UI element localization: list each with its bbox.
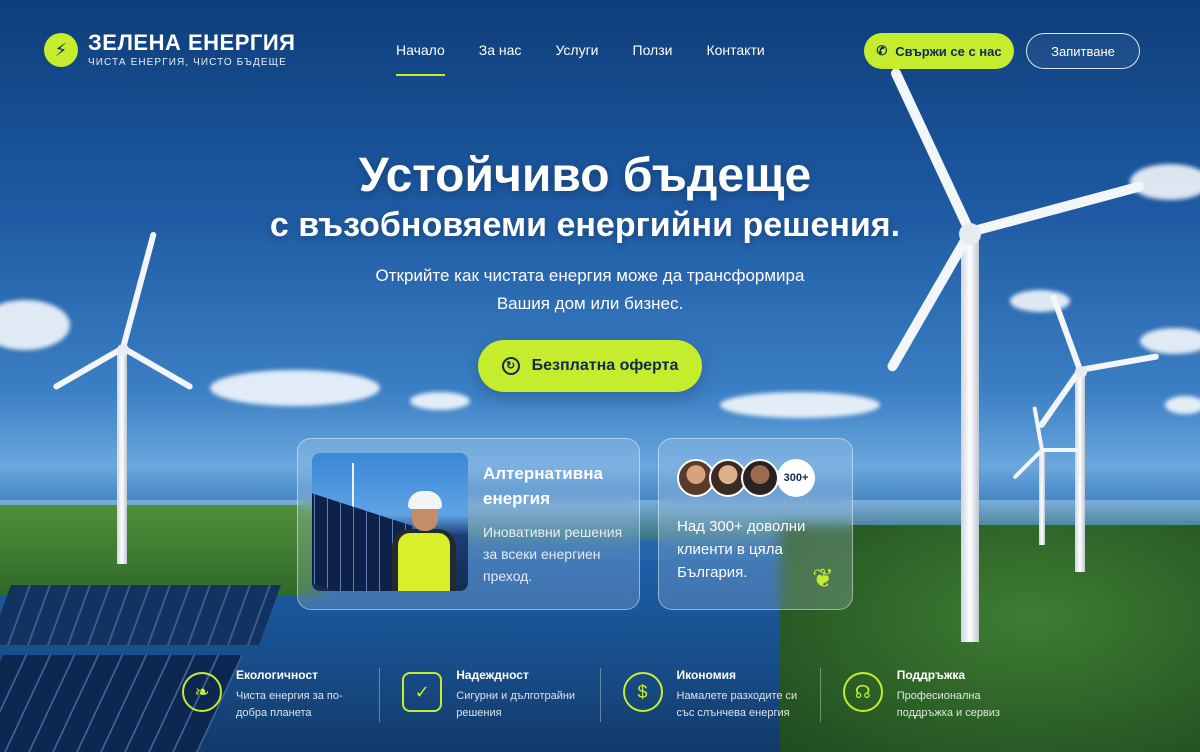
cloud [410,392,470,410]
features-bar: ❧ Екологичност Чиста енергия за по-добра… [160,650,1040,740]
alt-energy-card[interactable]: Алтернативна енергия Иновативни решения … [297,438,640,610]
worker-photo [312,453,468,591]
sprout-icon: ❦ [812,563,834,593]
hero-subtitle: Открийте как чистата енергия може да тра… [0,262,1180,318]
feature-title: Надеждност [456,668,529,682]
logo[interactable]: ⚡ ЗЕЛЕНА ЕНЕРГИЯ ЧИСТА ЕНЕРГИЯ, ЧИСТО БЪ… [44,32,295,68]
shield-check-icon: ✓ [402,672,443,712]
landing-page: ⚡ ЗЕЛЕНА ЕНЕРГИЯ ЧИСТА ЕНЕРГИЯ, ЧИСТО БЪ… [0,0,1200,752]
inquiry-button[interactable]: Запитване [1026,33,1140,69]
contact-us-button[interactable]: ✆ Свържи се с нас [864,33,1014,69]
alt-energy-title: Алтернативна енергия [483,464,603,508]
arrow-circle-icon: ↻ [501,357,520,375]
field-left [0,505,320,595]
nav-item-about[interactable]: За нас [479,42,522,68]
feature-title: Екологичност [236,668,318,682]
clients-card[interactable]: 300+ Над 300+ доволни клиенти в цяла Бъл… [658,438,853,610]
alt-energy-text: Иновативни решения за всеки енергиен пре… [483,524,623,584]
headset-icon: ☊ [842,672,883,712]
cloud [720,392,880,418]
cloud [1165,396,1200,414]
feature-text: Чиста енергия за по-добра планета [236,690,343,719]
hero-subtitle-line2: Вашия дом или бизнес. [496,294,684,313]
nav-item-home[interactable]: Начало [396,42,445,76]
feature-title: Икономия [676,668,736,682]
feature-text: Професионална поддръжка и сервиз [896,690,1000,719]
brand-name: ЗЕЛЕНА ЕНЕРГИЯ [88,30,296,55]
feature-ecology: ❧ Екологичност Чиста енергия за по-добра… [160,668,379,722]
hero-subtitle-line1: Открийте как чистата енергия може да тра… [375,266,805,285]
contact-us-label: Свържи се с нас [895,43,1002,59]
client-avatars: 300+ [677,459,815,497]
feature-support: ☊ Поддръжка Професионална поддръжка и се… [819,668,1040,722]
hero-title: Устойчиво бъдеще [358,149,812,202]
feature-text: Сигурни и дълготрайни решения [456,690,576,719]
nav-item-contacts[interactable]: Контакти [706,42,764,68]
cloud [210,370,380,406]
eco-leaf-icon: ❧ [182,672,222,712]
clients-count-badge: 300+ [777,459,815,497]
nav-item-benefits[interactable]: Ползи [633,42,673,68]
avatar [741,459,779,497]
feature-reliability: ✓ Надеждност Сигурни и дълготрайни решен… [379,668,599,722]
phone-icon: ✆ [876,43,888,58]
feature-title: Поддръжка [896,668,966,682]
hero-title-line2: с възобновяеми енергийни решения. [269,206,901,244]
main-nav: Начало За нас Услуги Ползи Контакти [396,42,765,76]
free-offer-button[interactable]: ↻ Безплатна оферта [478,340,702,392]
nav-item-services[interactable]: Услуги [555,42,598,68]
feature-savings: $ Икономия Намалете разходите си със слъ… [599,668,820,722]
solar-panels [0,585,281,645]
cloud [1140,328,1200,354]
feature-text: Намалете разходите си със слънчева енерг… [676,690,798,719]
site-header: ⚡ ЗЕЛЕНА ЕНЕРГИЯ ЧИСТА ЕНЕРГИЯ, ЧИСТО БЪ… [0,0,1200,100]
free-offer-label: Безплатна оферта [531,357,679,374]
piggy-bank-icon: $ [622,672,663,712]
brand-tagline: ЧИСТА ЕНЕРГИЯ, ЧИСТО БЪДЕЩЕ [88,57,287,68]
logo-text: ЗЕЛЕНА ЕНЕРГИЯ ЧИСТА ЕНЕРГИЯ, ЧИСТО БЪДЕ… [88,30,296,69]
lightning-icon: ⚡ [44,33,78,67]
